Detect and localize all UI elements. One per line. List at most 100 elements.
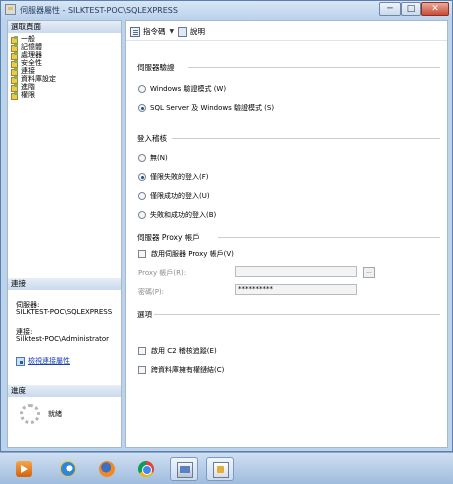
taskbar-chrome[interactable] (132, 457, 160, 481)
audit-failed-label: 僅限失敗的登入(F) (150, 173, 209, 181)
page-item-label: 連接 (21, 67, 35, 75)
page-icon (11, 35, 19, 44)
windows-auth-radio[interactable]: Windows 驗證模式 (W) (138, 84, 226, 94)
page-item-label: 處理器 (21, 51, 42, 59)
audit-success-label: 僅限成功的登入(U) (150, 192, 210, 200)
enable-proxy-checkbox[interactable]: 啟用伺服器 Proxy 帳戶(V) (138, 249, 234, 259)
windows-auth-label: Windows 驗證模式 (W) (150, 85, 227, 93)
mixed-auth-radio[interactable]: SQL Server 及 Windows 驗證模式 (S) (138, 103, 274, 113)
page-item-connections[interactable]: 連接 (11, 67, 56, 76)
taskbar-ssms[interactable] (206, 457, 234, 481)
chevron-down-icon[interactable]: ▼ (170, 28, 175, 35)
page-icon (11, 91, 19, 100)
app-icon (5, 4, 16, 15)
audit-both-label: 失敗和成功的登入(B) (150, 211, 217, 219)
checkbox-icon (138, 366, 146, 374)
close-button[interactable]: ✕ (421, 2, 449, 16)
c2-audit-label: 啟用 C2 稽核追蹤(E) (151, 347, 217, 355)
radio-selected-icon (138, 173, 146, 181)
cross-db-chaining-label: 跨資料庫擁有權鏈結(C) (151, 366, 225, 374)
options-title: 選項 (137, 310, 152, 319)
radio-icon (138, 192, 146, 200)
proxy-account-field[interactable] (235, 266, 357, 277)
explorer-icon (177, 462, 193, 478)
c2-audit-checkbox[interactable]: 啟用 C2 稽核追蹤(E) (138, 346, 217, 356)
select-page-header: 選取頁面 (8, 21, 121, 33)
taskbar-firefox[interactable] (93, 457, 121, 481)
progress-status: 就緒 (48, 410, 62, 418)
radio-icon (138, 154, 146, 162)
radio-selected-icon (138, 104, 146, 112)
view-connection-properties-text[interactable]: 檢視連接屬性 (28, 356, 70, 366)
page-item-memory[interactable]: 記憶體 (11, 43, 56, 52)
page-item-general[interactable]: 一般 (11, 35, 56, 44)
server-value: SILKTEST-POC\SQLEXPRESS (16, 308, 113, 316)
main-pane: 指令碼 ▼ 說明 伺服器驗證 Windows 驗證模式 (W) SQL Serv… (125, 20, 448, 448)
maximize-button[interactable]: □ (401, 2, 421, 16)
checkbox-icon (138, 250, 146, 258)
section-divider (188, 67, 440, 68)
connection-value: Silktest-POC\Administrator (16, 335, 110, 343)
radio-icon (138, 211, 146, 219)
radio-icon (138, 85, 146, 93)
progress-header: 進度 (8, 385, 121, 397)
mixed-auth-label: SQL Server 及 Windows 驗證模式 (S) (150, 104, 275, 112)
page-item-label: 安全性 (21, 59, 42, 67)
page-icon (11, 67, 19, 76)
section-divider (172, 138, 440, 139)
page-icon (11, 83, 19, 92)
chrome-icon (138, 461, 154, 477)
script-icon (130, 26, 140, 37)
checkbox-icon (138, 347, 146, 355)
password-label: 密碼(P): (138, 288, 165, 296)
help-button[interactable]: 說明 (178, 26, 205, 37)
page-item-label: 權限 (21, 91, 35, 99)
proxy-browse-button[interactable]: ... (363, 267, 375, 278)
left-pane: 選取頁面 一般 記憶體 處理器 安全性 連接 資料庫設定 進階 權限 連接 伺服… (7, 20, 122, 448)
audit-none-radio[interactable]: 無(N) (138, 153, 168, 163)
help-icon (178, 26, 187, 37)
help-label: 說明 (190, 27, 205, 36)
page-item-processors[interactable]: 處理器 (11, 51, 56, 60)
title-bar[interactable]: 伺服器屬性 - SILKTEST-POC\SQLEXPRESS ─ □ ✕ (1, 1, 452, 19)
page-item-label: 一般 (21, 35, 35, 43)
page-item-permissions[interactable]: 權限 (11, 91, 56, 100)
section-divider (218, 237, 440, 238)
page-item-advanced[interactable]: 進階 (11, 83, 56, 92)
section-divider (154, 314, 440, 315)
internet-explorer-icon (60, 461, 76, 477)
password-field[interactable]: ********** (235, 284, 357, 295)
progress-spinner-icon (20, 404, 40, 424)
page-list: 一般 記憶體 處理器 安全性 連接 資料庫設定 進階 權限 (11, 35, 56, 100)
script-label: 指令碼 (143, 27, 166, 36)
ssms-icon (213, 462, 229, 478)
taskbar-internet-explorer[interactable] (54, 457, 82, 481)
audit-success-radio[interactable]: 僅限成功的登入(U) (138, 191, 210, 201)
proxy-account-label: Proxy 帳戶(R): (138, 269, 187, 277)
script-button[interactable]: 指令碼 ▼ (130, 26, 174, 37)
connection-header: 連接 (8, 278, 121, 290)
enable-proxy-label: 啟用伺服器 Proxy 帳戶(V) (151, 250, 234, 258)
audit-failed-radio[interactable]: 僅限失敗的登入(F) (138, 172, 209, 182)
firefox-icon (99, 461, 115, 477)
proxy-title: 伺服器 Proxy 帳戶 (137, 233, 200, 242)
minimize-button[interactable]: ─ (379, 2, 401, 16)
connection-properties-icon (16, 356, 25, 366)
audit-none-label: 無(N) (150, 154, 168, 162)
page-item-label: 資料庫設定 (21, 75, 56, 83)
server-auth-title: 伺服器驗證 (137, 63, 175, 72)
view-connection-properties-link[interactable]: 檢視連接屬性 (16, 356, 70, 366)
media-player-icon (16, 461, 32, 477)
page-icon (11, 51, 19, 60)
page-item-label: 記憶體 (21, 43, 42, 51)
audit-both-radio[interactable]: 失敗和成功的登入(B) (138, 210, 216, 220)
login-audit-title: 登入稽核 (137, 134, 167, 143)
page-item-database-settings[interactable]: 資料庫設定 (11, 75, 56, 84)
taskbar-media-player[interactable] (10, 457, 38, 481)
page-item-security[interactable]: 安全性 (11, 59, 56, 68)
taskbar (0, 452, 453, 484)
server-properties-window: 伺服器屬性 - SILKTEST-POC\SQLEXPRESS ─ □ ✕ 選取… (0, 0, 453, 452)
cross-db-chaining-checkbox[interactable]: 跨資料庫擁有權鏈結(C) (138, 365, 224, 375)
taskbar-explorer[interactable] (170, 457, 198, 481)
page-icon (11, 59, 19, 68)
